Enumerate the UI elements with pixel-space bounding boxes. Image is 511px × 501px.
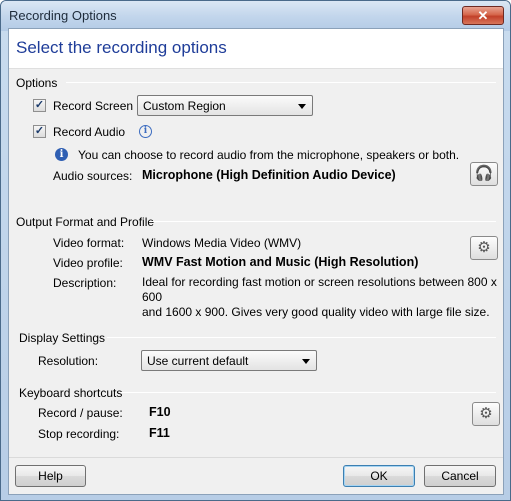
- resolution-label: Resolution:: [38, 354, 99, 368]
- capture-region-select[interactable]: Custom Region: [137, 95, 313, 116]
- resolution-select[interactable]: Use current default: [141, 350, 317, 371]
- output-group-label: Output Format and Profile: [16, 215, 155, 229]
- record-screen-label[interactable]: Record Screen: [53, 99, 133, 113]
- close-icon: ✕: [477, 8, 489, 23]
- window-title: Recording Options: [9, 8, 117, 23]
- help-button[interactable]: Help: [15, 465, 86, 487]
- record-audio-checkbox[interactable]: ✓: [33, 125, 46, 138]
- options-divider: [66, 82, 496, 83]
- gear-icon: ⚙: [477, 239, 491, 256]
- display-divider: [107, 337, 496, 338]
- title-bar[interactable]: Recording Options ✕: [1, 1, 510, 31]
- record-pause-key: F10: [149, 405, 171, 419]
- output-settings-button[interactable]: ⚙: [470, 236, 498, 260]
- record-screen-checkbox[interactable]: ✓: [33, 99, 46, 112]
- description-line: and 1600 x 900. Gives very good quality …: [142, 305, 490, 319]
- video-profile-value: WMV Fast Motion and Music (High Resoluti…: [142, 255, 419, 269]
- info-icon[interactable]: i: [139, 125, 152, 138]
- audio-sources-label: Audio sources:: [53, 169, 133, 183]
- header-band: Select the recording options: [9, 29, 503, 69]
- description-line: Ideal for recording fast motion or scree…: [142, 275, 497, 304]
- chevron-down-icon: [298, 104, 306, 109]
- capture-region-value: Custom Region: [143, 99, 226, 113]
- shortcuts-settings-button[interactable]: ⚙: [472, 402, 500, 426]
- video-format-value: Windows Media Video (WMV): [142, 236, 302, 250]
- audio-sources-button[interactable]: 🎧: [470, 162, 498, 186]
- recording-options-window: Recording Options ✕ Select the recording…: [0, 0, 511, 501]
- description-text: Ideal for recording fast motion or scree…: [142, 275, 497, 320]
- shortcuts-divider: [119, 392, 496, 393]
- audio-sources-value: Microphone (High Definition Audio Device…: [142, 168, 396, 182]
- record-pause-label: Record / pause:: [38, 406, 123, 420]
- page-title: Select the recording options: [16, 38, 227, 57]
- checkmark-icon: ✓: [34, 99, 45, 111]
- info-icon: i: [55, 148, 68, 161]
- gear-icon: ⚙: [479, 405, 493, 422]
- close-button[interactable]: ✕: [462, 6, 504, 25]
- shortcuts-group-label: Keyboard shortcuts: [19, 386, 123, 400]
- stop-recording-label: Stop recording:: [38, 427, 120, 441]
- ok-button[interactable]: OK: [343, 465, 415, 487]
- stop-recording-key: F11: [149, 426, 170, 440]
- display-group-label: Display Settings: [19, 331, 106, 345]
- video-format-label: Video format:: [53, 236, 125, 250]
- video-profile-label: Video profile:: [53, 256, 123, 270]
- audio-info-text: You can choose to record audio from the …: [78, 148, 460, 162]
- dialog-body: Select the recording options Options ✓ R…: [8, 28, 504, 495]
- options-group-label: Options: [16, 76, 58, 90]
- record-audio-label[interactable]: Record Audio: [53, 125, 125, 139]
- headset-icon: 🎧: [474, 165, 494, 182]
- resolution-value: Use current default: [147, 354, 249, 368]
- button-bar: Help OK Cancel: [9, 457, 503, 494]
- chevron-down-icon: [302, 359, 310, 364]
- cancel-button[interactable]: Cancel: [424, 465, 496, 487]
- checkmark-icon: ✓: [34, 125, 45, 137]
- description-label: Description:: [53, 276, 117, 290]
- output-divider: [149, 221, 496, 222]
